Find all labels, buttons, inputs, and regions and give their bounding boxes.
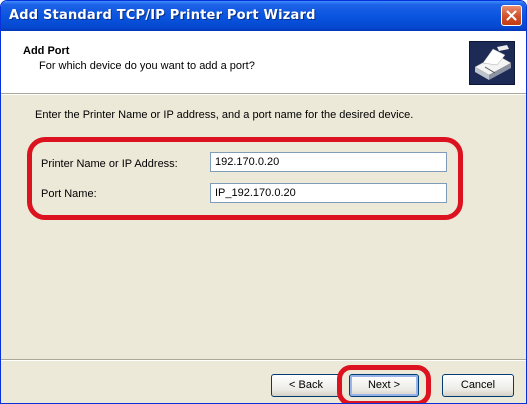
wizard-window: Add Standard TCP/IP Printer Port Wizard … [0, 0, 527, 404]
next-highlight-annotation [337, 365, 431, 403]
header-subtitle: For which device do you want to add a po… [39, 60, 255, 72]
printer-port-icon [469, 41, 515, 85]
wizard-header: Add Port For which device do you want to… [1, 31, 526, 93]
close-button[interactable] [501, 5, 522, 26]
title-bar[interactable]: Add Standard TCP/IP Printer Port Wizard [1, 1, 526, 31]
header-title: Add Port [23, 45, 70, 57]
header-divider [1, 93, 526, 95]
back-button[interactable]: < Back [271, 374, 341, 397]
close-icon [506, 10, 517, 21]
fields-highlight-annotation [27, 137, 463, 220]
instruction-text: Enter the Printer Name or IP address, an… [35, 109, 414, 121]
cancel-button[interactable]: Cancel [442, 374, 514, 397]
window-title: Add Standard TCP/IP Printer Port Wizard [9, 8, 316, 23]
footer-divider [1, 359, 526, 361]
